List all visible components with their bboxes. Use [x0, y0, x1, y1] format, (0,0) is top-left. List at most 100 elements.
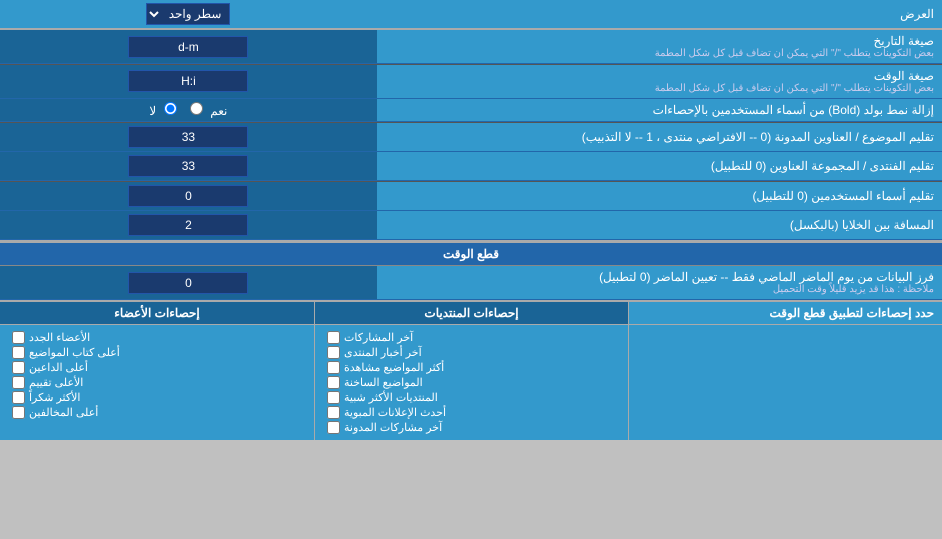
cell-spacing-label: المسافة بين الخلايا (بالبكسل)	[377, 211, 942, 240]
cutoff-value-text: فرز البيانات من يوم الماضر الماضي فقط --…	[385, 270, 934, 284]
checkbox-item-5: المنتديات الأكثر شبية	[323, 391, 620, 404]
stats-header-label: حدد إحصاءات لتطبيق قطع الوقت	[628, 302, 942, 324]
radio-no[interactable]	[164, 102, 177, 115]
checkbox-11[interactable]	[12, 376, 25, 389]
checkbox-5[interactable]	[327, 391, 340, 404]
checkbox-9[interactable]	[12, 346, 25, 359]
checkbox-item-13: أعلى المخالفين	[8, 406, 306, 419]
checkbox-item-1: آخر المشاركات	[323, 331, 620, 344]
trim-usernames-input-cell	[0, 182, 377, 211]
display-label: العرض	[377, 0, 942, 28]
stats-col1-header-text: إحصاءات المنتديات	[424, 306, 518, 320]
checkbox-label-8: الأعضاء الجدد	[29, 331, 90, 344]
cutoff-section-title: قطع الوقت	[443, 247, 499, 261]
stats-col2-items: الأعضاء الجدد أعلى كتاب المواضيع أعلى ال…	[0, 324, 314, 440]
checkbox-item-4: المواضيع الساخنة	[323, 376, 620, 389]
stats-row: حدد إحصاءات لتطبيق قطع الوقت إحصاءات الم…	[0, 302, 942, 440]
radio-no-label: لا	[149, 104, 156, 118]
trim-forum-input-cell	[0, 152, 377, 181]
trim-subject-text: تقليم الموضوع / العناوين المدونة (0 -- ا…	[582, 130, 934, 144]
bold-radio-cell: نعم لا	[0, 99, 377, 122]
date-format-input[interactable]	[128, 36, 248, 58]
stats-col1-items: آخر المشاركات آخر أخبار المنتدى أكثر الم…	[314, 324, 628, 440]
trim-forum-text: تقليم الفنتدى / المجموعة العناوين (0 للت…	[711, 159, 934, 173]
top-header-row: العرض سطر واحد سطرين ثلاثة أسطر	[0, 0, 942, 28]
checkbox-item-2: آخر أخبار المنتدى	[323, 346, 620, 359]
checkbox-label-3: أكثر المواضيع مشاهدة	[344, 361, 444, 374]
cutoff-input[interactable]	[128, 272, 248, 294]
checkbox-1[interactable]	[327, 331, 340, 344]
checkbox-label-11: الأعلى تقييم	[29, 376, 83, 389]
checkbox-label-5: المنتديات الأكثر شبية	[344, 391, 438, 404]
checkbox-label-13: أعلى المخالفين	[29, 406, 98, 419]
trim-forum-label: تقليم الفنتدى / المجموعة العناوين (0 للت…	[377, 152, 942, 181]
cell-spacing-input-cell	[0, 211, 377, 240]
date-format-title: صيغة التاريخ	[385, 34, 934, 48]
cutoff-note: ملاحظة : هذا قد يزيد قليلاً وقت التحميل	[385, 284, 934, 295]
stats-col1-header: إحصاءات المنتديات	[314, 302, 628, 324]
time-format-title: صيغة الوقت	[385, 69, 934, 83]
checkbox-10[interactable]	[12, 361, 25, 374]
top-select-cell: سطر واحد سطرين ثلاثة أسطر	[0, 0, 377, 28]
checkbox-item-7: آخر مشاركات المدونة	[323, 421, 620, 434]
time-format-input-cell	[0, 65, 377, 99]
time-format-input[interactable]	[128, 70, 248, 92]
checkbox-6[interactable]	[327, 406, 340, 419]
checkbox-13[interactable]	[12, 406, 25, 419]
date-format-row: صيغة التاريخ بعض التكوينات يتطلب "/" الت…	[0, 30, 942, 64]
checkbox-label-1: آخر المشاركات	[344, 331, 413, 344]
trim-forum-input[interactable]	[128, 155, 248, 177]
checkbox-label-4: المواضيع الساخنة	[344, 376, 423, 389]
checkbox-12[interactable]	[12, 391, 25, 404]
checkbox-item-11: الأعلى تقييم	[8, 376, 306, 389]
time-format-row: صيغة الوقت بعض التكوينات يتطلب "/" التي …	[0, 65, 942, 99]
date-format-note: بعض التكوينات يتطلب "/" التي يمكن ان تضا…	[385, 48, 934, 59]
checkbox-7[interactable]	[327, 421, 340, 434]
cell-spacing-row: المسافة بين الخلايا (بالبكسل)	[0, 211, 942, 240]
cell-spacing-text: المسافة بين الخلايا (بالبكسل)	[790, 218, 934, 232]
stats-col2-header-text: إحصاءات الأعضاء	[114, 306, 199, 320]
checkbox-label-7: آخر مشاركات المدونة	[344, 421, 442, 434]
stats-header-row-inner: حدد إحصاءات لتطبيق قطع الوقت إحصاءات الم…	[0, 302, 942, 324]
trim-subject-input[interactable]	[128, 126, 248, 148]
trim-usernames-label: تقليم أسماء المستخدمين (0 للتطبيل)	[377, 182, 942, 211]
cutoff-value-label: فرز البيانات من يوم الماضر الماضي فقط --…	[377, 266, 942, 300]
lines-select[interactable]: سطر واحد سطرين ثلاثة أسطر	[146, 3, 230, 25]
checkbox-item-6: أحدث الإعلانات المبوية	[323, 406, 620, 419]
checkbox-label-9: أعلى كتاب المواضيع	[29, 346, 120, 359]
checkbox-label-12: الأكثر شكراً	[29, 391, 80, 404]
trim-forum-row: تقليم الفنتدى / المجموعة العناوين (0 للت…	[0, 152, 942, 181]
checkbox-item-3: أكثر المواضيع مشاهدة	[323, 361, 620, 374]
checkbox-2[interactable]	[327, 346, 340, 359]
stats-header-text: حدد إحصاءات لتطبيق قطع الوقت	[769, 306, 934, 320]
cutoff-input-cell	[0, 266, 377, 300]
bold-label: إزالة نمط بولد (Bold) من أسماء المستخدمي…	[377, 99, 942, 122]
checkbox-3[interactable]	[327, 361, 340, 374]
bold-text: إزالة نمط بولد (Bold) من أسماء المستخدمي…	[653, 103, 934, 117]
stats-cell: حدد إحصاءات لتطبيق قطع الوقت إحصاءات الم…	[0, 302, 942, 440]
radio-yes[interactable]	[190, 102, 203, 115]
cutoff-section-header: قطع الوقت	[0, 242, 942, 266]
checkbox-item-8: الأعضاء الجدد	[8, 331, 306, 344]
stats-col2-header: إحصاءات الأعضاء	[0, 302, 314, 324]
trim-subject-label: تقليم الموضوع / العناوين المدونة (0 -- ا…	[377, 123, 942, 152]
radio-yes-label: نعم	[210, 104, 227, 118]
checkbox-item-12: الأكثر شكراً	[8, 391, 306, 404]
checkbox-label-2: آخر أخبار المنتدى	[344, 346, 422, 359]
trim-usernames-row: تقليم أسماء المستخدمين (0 للتطبيل)	[0, 182, 942, 211]
cell-spacing-input[interactable]	[128, 214, 248, 236]
checkbox-label-10: أعلى الداعين	[29, 361, 88, 374]
cutoff-section-header-row: قطع الوقت	[0, 242, 942, 266]
checkbox-item-9: أعلى كتاب المواضيع	[8, 346, 306, 359]
checkbox-label-6: أحدث الإعلانات المبوية	[344, 406, 446, 419]
stats-empty-col	[628, 324, 942, 440]
trim-subject-row: تقليم الموضوع / العناوين المدونة (0 -- ا…	[0, 123, 942, 152]
checkbox-8[interactable]	[12, 331, 25, 344]
trim-subject-input-cell	[0, 123, 377, 152]
trim-usernames-input[interactable]	[128, 185, 248, 207]
checkbox-4[interactable]	[327, 376, 340, 389]
cutoff-value-row: فرز البيانات من يوم الماضر الماضي فقط --…	[0, 266, 942, 300]
trim-usernames-text: تقليم أسماء المستخدمين (0 للتطبيل)	[752, 189, 934, 203]
date-format-label: صيغة التاريخ بعض التكوينات يتطلب "/" الت…	[377, 30, 942, 64]
display-title: العرض	[900, 7, 934, 21]
